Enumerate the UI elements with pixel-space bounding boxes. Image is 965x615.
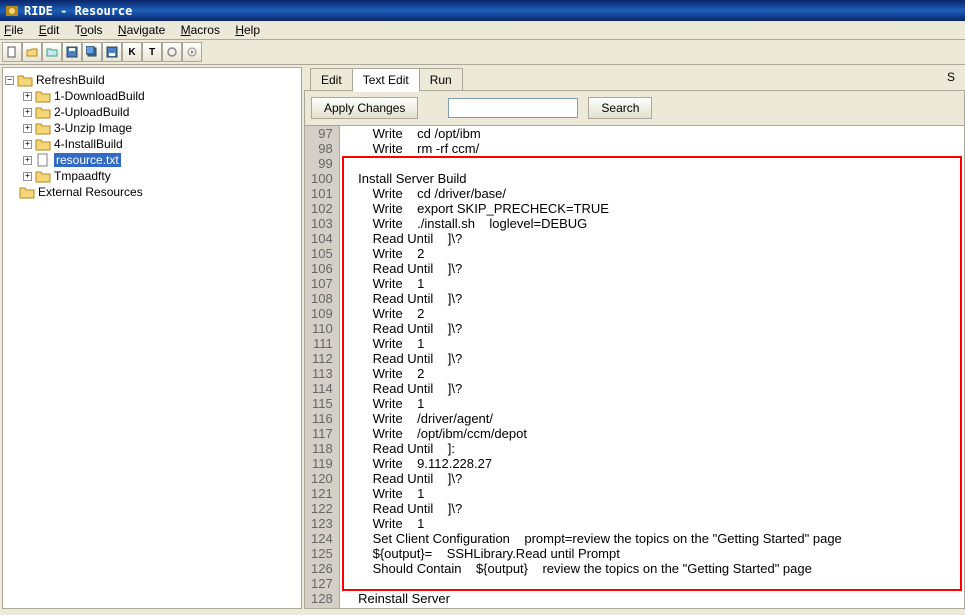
K-button[interactable]: K	[122, 42, 142, 62]
tree-item-label[interactable]: 4-InstallBuild	[54, 137, 123, 151]
open-folder-icon[interactable]	[42, 42, 62, 62]
T-button[interactable]: T	[142, 42, 162, 62]
run-icon[interactable]	[182, 42, 202, 62]
tree-item-label[interactable]: 1-DownloadBuild	[54, 89, 145, 103]
tree-panel[interactable]: − RefreshBuild +1-DownloadBuild+2-Upload…	[2, 67, 302, 609]
code-editor[interactable]: 9798991001011021031041051061071081091101…	[305, 126, 964, 608]
save-icon[interactable]	[62, 42, 82, 62]
search-button[interactable]: Search	[588, 97, 652, 119]
expand-icon[interactable]: +	[23, 172, 32, 181]
open-icon[interactable]	[22, 42, 42, 62]
tree-root[interactable]: − RefreshBuild	[5, 72, 299, 88]
tree-item[interactable]: +3-Unzip Image	[5, 120, 299, 136]
menu-help[interactable]: Help	[235, 23, 260, 37]
expand-icon[interactable]: +	[23, 92, 32, 101]
tab-edit[interactable]: Edit	[310, 68, 353, 91]
expand-icon[interactable]: +	[23, 140, 32, 149]
expand-icon[interactable]: +	[23, 156, 32, 165]
file-icon	[35, 153, 51, 167]
tree-item[interactable]: + resource.txt	[5, 152, 299, 168]
folder-icon	[35, 89, 51, 103]
tree-item-label[interactable]: 2-UploadBuild	[54, 105, 129, 119]
toolbar: K T	[0, 40, 965, 65]
menu-file[interactable]: File	[4, 23, 23, 37]
expand-icon[interactable]: +	[23, 108, 32, 117]
tab-run[interactable]: Run	[419, 68, 463, 91]
tree-external-label[interactable]: External Resources	[38, 185, 143, 199]
tree-item-label[interactable]: resource.txt	[54, 153, 121, 167]
apply-changes-button[interactable]: Apply Changes	[311, 97, 418, 119]
expand-icon[interactable]: +	[23, 124, 32, 133]
app-icon	[4, 3, 20, 19]
code-area[interactable]: Write cd /opt/ibm Write rm -rf ccm/ Inst…	[340, 126, 846, 608]
tab-text-edit[interactable]: Text Edit	[352, 68, 420, 92]
tree-root-label[interactable]: RefreshBuild	[36, 73, 105, 87]
tree-item-label[interactable]: Tmpaadfty	[54, 169, 111, 183]
tree-item[interactable]: +1-DownloadBuild	[5, 88, 299, 104]
tab-strip: Edit Text Edit Run	[304, 67, 965, 91]
folder-icon	[17, 73, 33, 87]
tree-item[interactable]: + Tmpaadfty	[5, 168, 299, 184]
folder-icon	[19, 185, 35, 199]
tree-item[interactable]: +2-UploadBuild	[5, 104, 299, 120]
menu-bar: File Edit Tools Navigate Macros Help	[0, 21, 965, 40]
folder-icon	[35, 137, 51, 151]
search-input[interactable]	[448, 98, 578, 118]
tree-external[interactable]: External Resources	[5, 184, 299, 200]
stop-icon[interactable]	[162, 42, 182, 62]
new-icon[interactable]	[2, 42, 22, 62]
tree-item[interactable]: +4-InstallBuild	[5, 136, 299, 152]
editor-toolbar: Apply Changes Search S	[305, 91, 964, 126]
save-all-icon[interactable]	[82, 42, 102, 62]
collapse-icon[interactable]: −	[5, 76, 14, 85]
menu-macros[interactable]: Macros	[181, 23, 220, 37]
menu-navigate[interactable]: Navigate	[118, 23, 165, 37]
folder-icon	[35, 169, 51, 183]
line-gutter: 9798991001011021031041051061071081091101…	[305, 126, 340, 608]
title-bar: RIDE - Resource	[0, 0, 965, 21]
window-title: RIDE - Resource	[24, 4, 132, 18]
menu-edit[interactable]: Edit	[39, 23, 60, 37]
tree-item-label[interactable]: 3-Unzip Image	[54, 121, 132, 135]
menu-tools[interactable]: Tools	[75, 23, 103, 37]
disk-icon[interactable]	[102, 42, 122, 62]
folder-icon	[35, 121, 51, 135]
folder-icon	[35, 105, 51, 119]
